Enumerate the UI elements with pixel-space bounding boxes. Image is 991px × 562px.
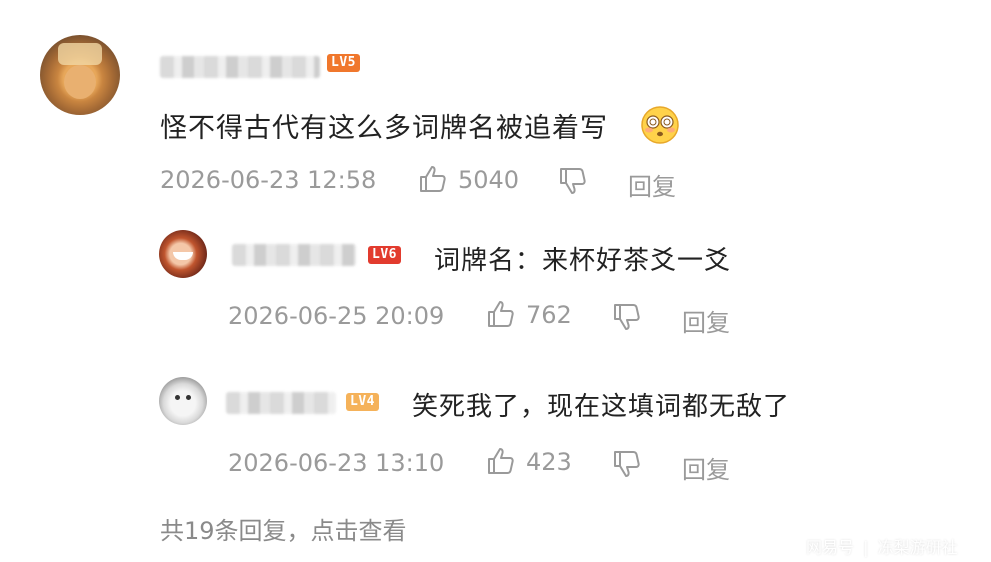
username-redacted[interactable] xyxy=(160,56,320,78)
reply-avatar[interactable] xyxy=(159,230,207,278)
comment-timestamp: 2026-06-23 12:58 xyxy=(160,166,377,194)
reply-username-redacted[interactable] xyxy=(226,392,336,414)
watermark-account: 冻梨游研社 xyxy=(877,538,958,557)
watermark-separator: | xyxy=(863,538,869,557)
level-badge: LV5 xyxy=(327,54,360,72)
like-count: 762 xyxy=(526,301,572,329)
reply-button[interactable]: 回复 xyxy=(628,167,676,202)
level-badge: LV6 xyxy=(368,246,401,264)
thumbs-up-icon[interactable] xyxy=(418,164,448,194)
thumbs-down-icon[interactable] xyxy=(612,302,642,332)
thumbs-up-icon[interactable] xyxy=(486,299,516,329)
reply-timestamp: 2026-06-25 20:09 xyxy=(228,302,445,330)
like-count: 423 xyxy=(526,448,572,476)
watermark: 网易号 | 冻梨游研社 xyxy=(806,534,958,558)
reply-text: 词牌名：来杯好茶爻一爻 xyxy=(434,246,732,276)
user-avatar[interactable] xyxy=(40,35,120,115)
thumbs-up-icon[interactable] xyxy=(486,446,516,476)
reply-timestamp: 2026-06-23 13:10 xyxy=(228,449,445,477)
thumbs-down-icon[interactable] xyxy=(612,449,642,479)
watermark-brand: 网易号 xyxy=(806,538,855,557)
view-all-replies-link[interactable]: 共19条回复，点击查看 xyxy=(160,511,407,546)
dizzy-face-emoji-icon xyxy=(640,105,680,145)
reply-avatar[interactable] xyxy=(159,377,207,425)
reply-button[interactable]: 回复 xyxy=(682,303,730,338)
reply-text: 笑死我了，现在这填词都无敌了 xyxy=(412,392,791,422)
reply-username-redacted[interactable] xyxy=(232,244,356,266)
comment-text: 怪不得古代有这么多词牌名被追着写 xyxy=(160,113,608,144)
thumbs-down-icon[interactable] xyxy=(558,166,588,196)
like-count: 5040 xyxy=(458,166,520,194)
reply-button[interactable]: 回复 xyxy=(682,450,730,485)
level-badge: LV4 xyxy=(346,393,379,411)
